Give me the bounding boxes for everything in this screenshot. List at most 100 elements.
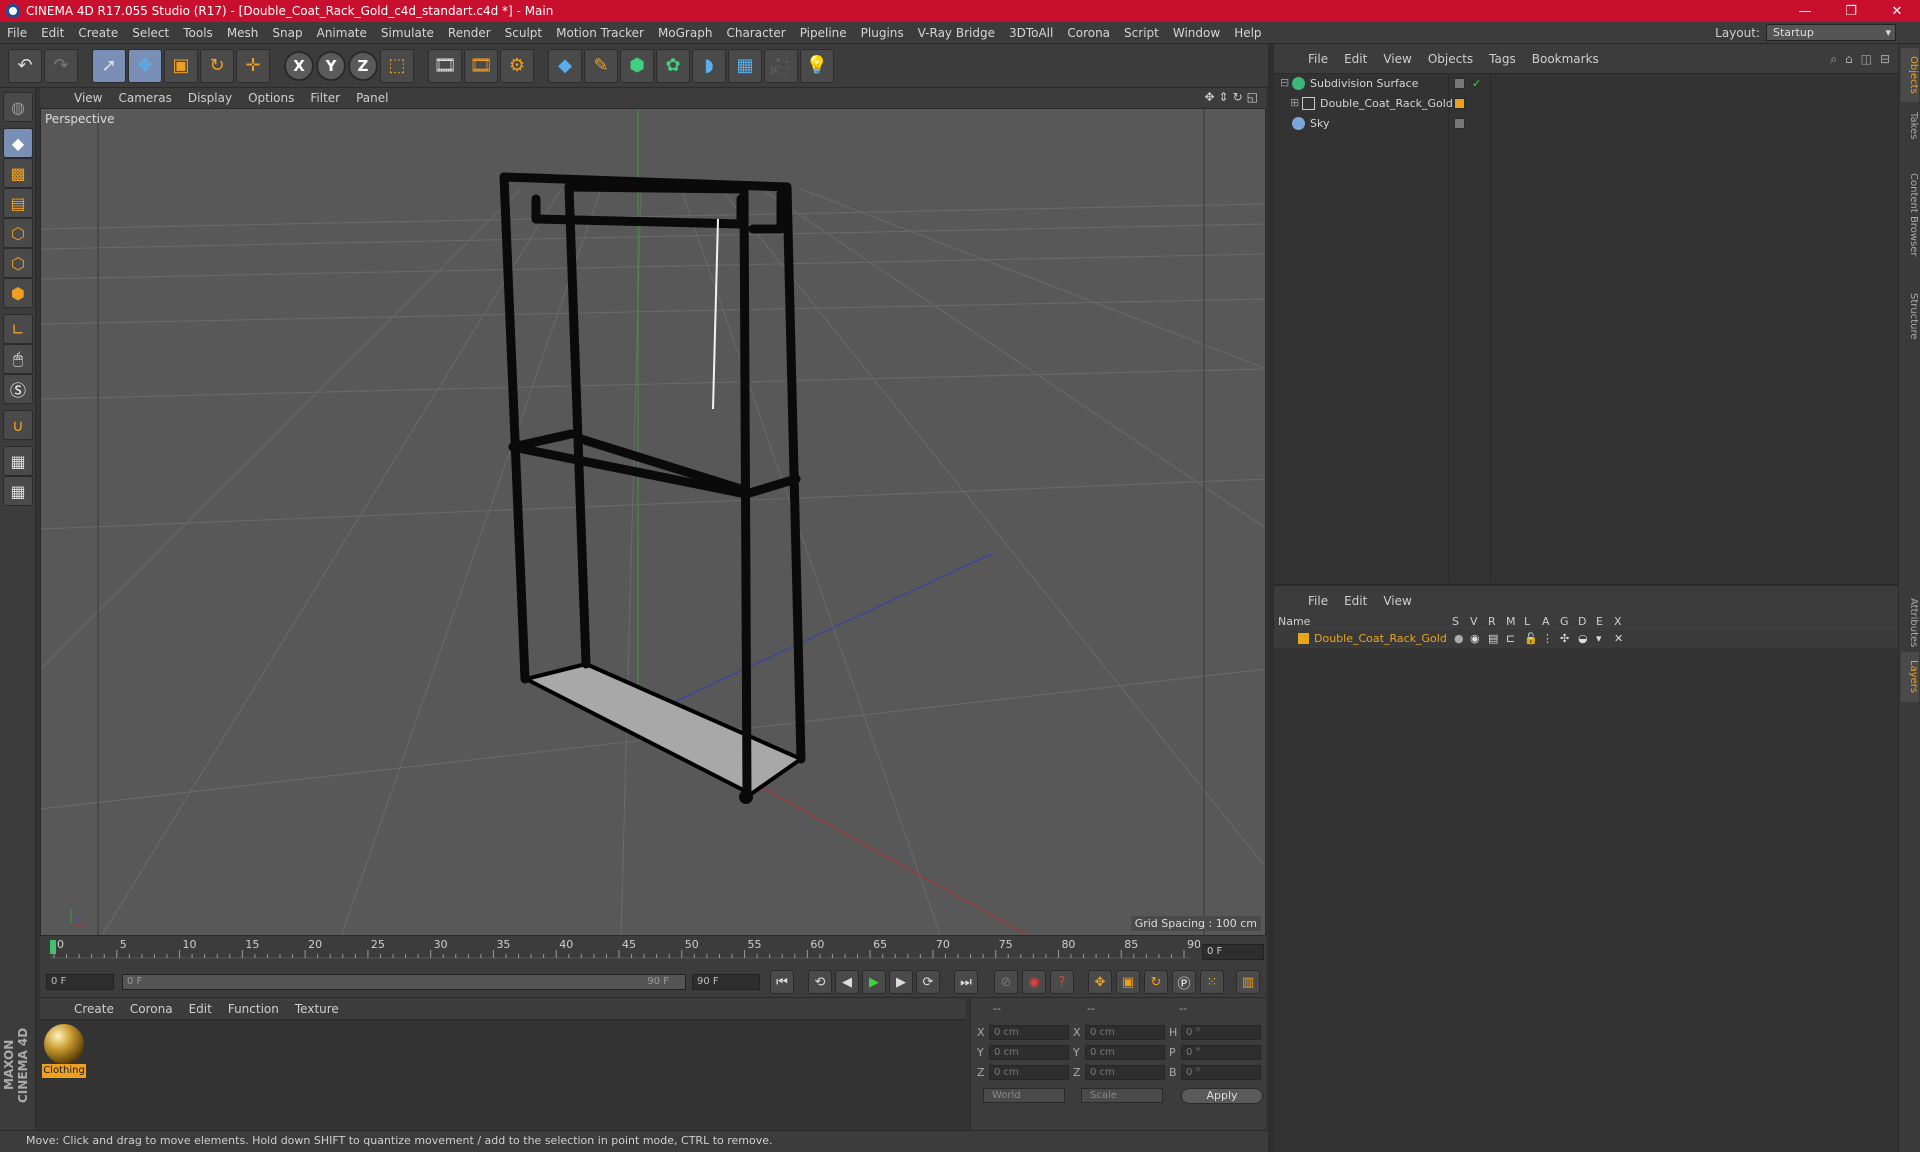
lock-icon[interactable]: 🔓 bbox=[1524, 632, 1538, 645]
move-tool-icon[interactable]: ✥ bbox=[128, 48, 162, 83]
key-position-icon[interactable]: ✥ bbox=[1088, 970, 1112, 994]
cube-object-icon[interactable]: ◆ bbox=[548, 48, 582, 83]
material-menu-create[interactable]: Create bbox=[66, 1002, 122, 1016]
om-menu-edit[interactable]: Edit bbox=[1336, 52, 1375, 66]
current-frame-field[interactable]: 0 F bbox=[1202, 944, 1264, 960]
menu-file[interactable]: File bbox=[0, 26, 34, 40]
enabled-check-icon[interactable]: ✓ bbox=[1472, 77, 1481, 90]
menu-animate[interactable]: Animate bbox=[310, 26, 374, 40]
menu-create[interactable]: Create bbox=[71, 26, 125, 40]
layer-tag-square[interactable] bbox=[1454, 98, 1465, 109]
floor-environment-icon[interactable]: ▦ bbox=[728, 48, 762, 83]
material-menu-corona[interactable]: Corona bbox=[122, 1002, 181, 1016]
object-row-sky[interactable]: Sky bbox=[1274, 114, 1898, 134]
rot-p-field[interactable]: 0 ° bbox=[1181, 1045, 1261, 1060]
object-row-subdivision-surface[interactable]: ⊟ Subdivision Surface ✓ bbox=[1274, 74, 1898, 94]
object-row-double-coat-rack-gold[interactable]: ⊞ Double_Coat_Rack_Gold bbox=[1274, 94, 1898, 114]
undo-icon[interactable]: ↶ bbox=[8, 48, 42, 83]
render-icon[interactable]: ▤ bbox=[1488, 632, 1498, 645]
solo-icon[interactable]: ● bbox=[1454, 632, 1464, 645]
texture-mode-icon[interactable]: ▩ bbox=[3, 158, 33, 188]
timeline-ruler[interactable]: 0 5 10 15 20 25 30 35 40 45 50 55 60 65 70 75 80 85 90 0 F bbox=[40, 936, 1266, 966]
dolly-icon[interactable]: ⇕ bbox=[1219, 90, 1229, 104]
viewport-menu-cameras[interactable]: Cameras bbox=[110, 91, 179, 105]
tab-attributes[interactable]: Attributes bbox=[1901, 588, 1919, 658]
axis-x-lock-button[interactable]: X bbox=[284, 50, 314, 81]
coordinate-system-icon[interactable]: ⬚ bbox=[380, 48, 414, 83]
menu-motion-tracker[interactable]: Motion Tracker bbox=[549, 26, 651, 40]
material-clothing[interactable]: Clothing bbox=[42, 1024, 86, 1080]
end-frame-field[interactable]: 90 F bbox=[692, 974, 760, 990]
lm-menu-edit[interactable]: Edit bbox=[1336, 594, 1375, 608]
make-editable-icon[interactable]: ◍ bbox=[3, 92, 33, 122]
expand-icon[interactable]: ⊞ bbox=[1290, 96, 1299, 109]
material-menu-function[interactable]: Function bbox=[220, 1002, 287, 1016]
deformer-icon[interactable]: ◒ bbox=[1578, 632, 1588, 645]
layout-select[interactable]: Startup bbox=[1766, 24, 1896, 41]
tab-takes[interactable]: Takes bbox=[1901, 106, 1919, 146]
coordinate-mode-select[interactable]: World bbox=[983, 1088, 1065, 1103]
timeline-playhead[interactable] bbox=[50, 940, 56, 954]
menu-vray-bridge[interactable]: V-Ray Bridge bbox=[911, 26, 1002, 40]
snap-icon[interactable]: Ⓢ bbox=[3, 374, 33, 404]
search-icon[interactable]: ⌕ bbox=[1830, 52, 1837, 67]
start-frame-field[interactable]: 0 F bbox=[46, 974, 114, 990]
lm-menu-view[interactable]: View bbox=[1375, 594, 1419, 608]
apply-button[interactable]: Apply bbox=[1181, 1088, 1263, 1104]
menu-character[interactable]: Character bbox=[719, 26, 792, 40]
collapse-icon[interactable]: ⊟ bbox=[1280, 76, 1289, 89]
go-to-end-icon[interactable]: ⏭ bbox=[954, 970, 978, 994]
om-menu-objects[interactable]: Objects bbox=[1420, 52, 1481, 66]
camera-icon[interactable]: 🎥 bbox=[764, 48, 798, 83]
lm-menu-file[interactable]: File bbox=[1300, 594, 1336, 608]
tab-objects[interactable]: Objects bbox=[1901, 48, 1919, 102]
menu-tools[interactable]: Tools bbox=[176, 26, 220, 40]
menu-pipeline[interactable]: Pipeline bbox=[793, 26, 854, 40]
layer-color-swatch[interactable] bbox=[1298, 633, 1309, 644]
om-menu-view[interactable]: View bbox=[1375, 52, 1419, 66]
transform-tool-icon[interactable]: ✛ bbox=[236, 48, 270, 83]
manager-icon[interactable]: ⊏ bbox=[1506, 632, 1515, 645]
generator-icon[interactable]: ✣ bbox=[1560, 632, 1569, 645]
size-mode-select[interactable]: Scale bbox=[1081, 1088, 1163, 1103]
coat-rack-model[interactable] bbox=[499, 172, 806, 804]
material-menu-texture[interactable]: Texture bbox=[287, 1002, 347, 1016]
previous-key-icon[interactable]: ⟲ bbox=[808, 970, 832, 994]
rotate-tool-icon[interactable]: ↻ bbox=[200, 48, 234, 83]
menu-mesh[interactable]: Mesh bbox=[220, 26, 266, 40]
menu-window[interactable]: Window bbox=[1166, 26, 1227, 40]
rot-h-field[interactable]: 0 ° bbox=[1181, 1025, 1261, 1040]
scale-tool-icon[interactable]: ▣ bbox=[164, 48, 198, 83]
expression-icon[interactable]: ▾ bbox=[1596, 632, 1602, 645]
close-button[interactable]: ✕ bbox=[1874, 0, 1920, 22]
edges-mode-icon[interactable]: ⬡ bbox=[3, 248, 33, 278]
redo-icon[interactable]: ↷ bbox=[44, 48, 78, 83]
om-menu-tags[interactable]: Tags bbox=[1481, 52, 1524, 66]
key-pla-icon[interactable]: ⁙ bbox=[1200, 970, 1224, 994]
deformer-icon[interactable]: ◗ bbox=[692, 48, 726, 83]
record-keys-icon[interactable]: ⊘ bbox=[994, 970, 1018, 994]
expand-icon[interactable]: ⊟ bbox=[1880, 52, 1890, 67]
subdivision-surface-icon[interactable]: ⬢ bbox=[620, 48, 654, 83]
orbit-icon[interactable]: ↻ bbox=[1233, 90, 1243, 104]
menu-help[interactable]: Help bbox=[1227, 26, 1268, 40]
layer-tag-square[interactable] bbox=[1454, 78, 1465, 89]
axis-y-lock-button[interactable]: Y bbox=[316, 50, 346, 81]
home-icon[interactable]: ⌂ bbox=[1845, 52, 1853, 67]
layer-row[interactable]: Double_Coat_Rack_Gold ● ◉ ▤ ⊏ 🔓 ⋮ ✣ ◒ ▾ … bbox=[1274, 630, 1898, 648]
model-mode-icon[interactable]: ◆ bbox=[3, 128, 33, 158]
render-view-icon[interactable]: 🎞 bbox=[428, 48, 462, 83]
pen-spline-icon[interactable]: ✎ bbox=[584, 48, 618, 83]
pos-y-field[interactable]: 0 cm bbox=[989, 1045, 1069, 1060]
menu-select[interactable]: Select bbox=[125, 26, 176, 40]
menu-3dtoall[interactable]: 3DToAll bbox=[1002, 26, 1060, 40]
eye-icon[interactable]: ◉ bbox=[1470, 632, 1480, 645]
key-rotation-icon[interactable]: ↻ bbox=[1144, 970, 1168, 994]
render-settings-icon[interactable]: ⚙ bbox=[500, 48, 534, 83]
light-icon[interactable]: 💡 bbox=[800, 48, 834, 83]
axis-mode-icon[interactable]: ∟ bbox=[3, 314, 33, 344]
viewport-menu-panel[interactable]: Panel bbox=[348, 91, 396, 105]
pan-icon[interactable]: ✥ bbox=[1204, 90, 1214, 104]
maximize-button[interactable]: ❐ bbox=[1828, 0, 1874, 22]
tab-structure[interactable]: Structure bbox=[1901, 284, 1919, 348]
